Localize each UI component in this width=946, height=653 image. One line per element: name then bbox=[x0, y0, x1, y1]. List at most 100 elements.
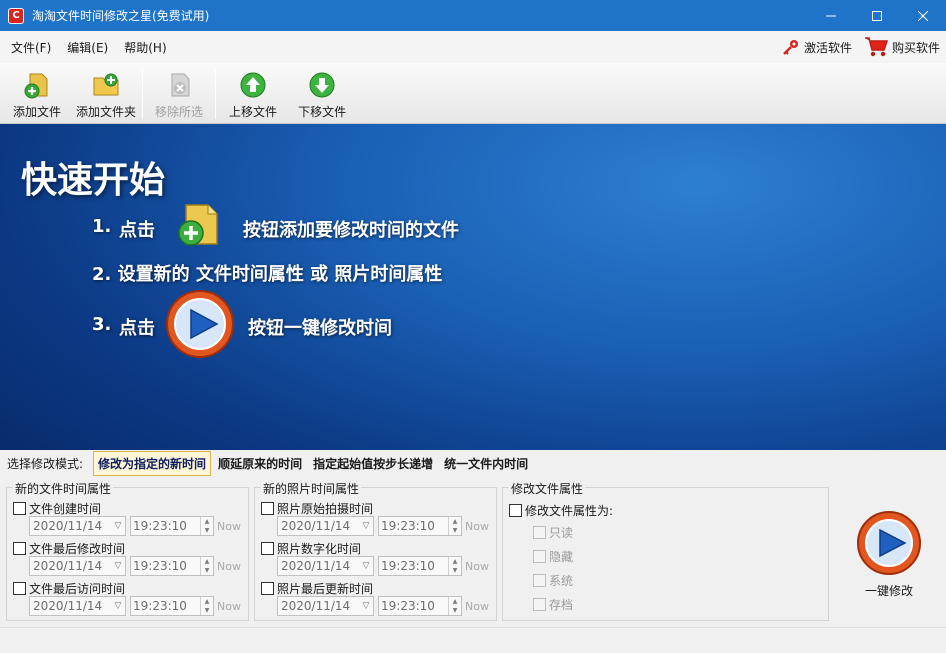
mode-tab-step-increment[interactable]: 指定起始值按步长递增 bbox=[309, 452, 437, 475]
close-button[interactable] bbox=[900, 0, 946, 31]
time-value: 19:23:10 bbox=[133, 559, 187, 573]
step3-number: 3. bbox=[92, 314, 112, 335]
maximize-button[interactable] bbox=[854, 0, 900, 31]
file-accessed-now-button[interactable]: Now bbox=[217, 600, 241, 613]
one-click-modify-button[interactable]: 一键修改 bbox=[855, 510, 923, 599]
menu-bar: 文件(F) 编辑(E) 帮助(H) 激活软件 购买软件 bbox=[0, 31, 946, 63]
arrow-down-icon bbox=[309, 72, 335, 98]
time-spinner[interactable]: ▲ ▼ bbox=[200, 517, 213, 535]
photo-updated-option[interactable]: 照片最后更新时间 bbox=[261, 580, 373, 597]
move-down-button[interactable]: 下移文件 bbox=[298, 63, 346, 123]
add-folder-button[interactable]: 添加文件夹 bbox=[76, 63, 136, 123]
photo-updated-time[interactable]: 19:23:10 ▲ ▼ bbox=[378, 596, 462, 616]
file-modified-checkbox[interactable] bbox=[13, 542, 26, 555]
chevron-down-icon: ▽ bbox=[362, 561, 370, 571]
remove-selected-button[interactable]: 移除所选 bbox=[155, 63, 203, 123]
step3-prefix: 点击 bbox=[119, 318, 155, 339]
add-file-icon bbox=[178, 204, 218, 246]
move-down-label: 下移文件 bbox=[298, 105, 347, 119]
add-folder-icon bbox=[93, 73, 119, 96]
attr-archive-checkbox[interactable] bbox=[533, 598, 546, 611]
photo-time-group: 新的照片时间属性 照片原始拍摄时间 2020/11/14 ▽ 19:23:10 ▲ ▼… bbox=[254, 480, 497, 621]
photo-digitized-now-button[interactable]: Now bbox=[465, 560, 489, 573]
time-spinner[interactable]: ▲ ▼ bbox=[448, 597, 461, 615]
shopping-cart-icon bbox=[864, 37, 888, 57]
step2-text: 2. 设置新的 文件时间属性 或 照片时间属性 bbox=[92, 264, 443, 285]
attr-readonly-label: 只读 bbox=[549, 526, 574, 540]
file-created-time[interactable]: 19:23:10 ▲ ▼ bbox=[130, 516, 214, 536]
file-accessed-label: 文件最后访问时间 bbox=[29, 582, 126, 596]
toolbar: 添加文件 添加文件夹 移除所选 上移文件 下移文件 bbox=[0, 63, 946, 124]
photo-original-option[interactable]: 照片原始拍摄时间 bbox=[261, 500, 373, 517]
time-spinner[interactable]: ▲ ▼ bbox=[448, 517, 461, 535]
attr-archive-label: 存档 bbox=[549, 598, 574, 612]
date-value: 2020/11/14 bbox=[281, 559, 351, 573]
menu-edit[interactable]: 编辑(E) bbox=[59, 39, 116, 56]
app-icon: C bbox=[8, 7, 24, 24]
attr-system-option[interactable]: 系统 bbox=[533, 572, 573, 589]
attr-hidden-label: 隐藏 bbox=[549, 550, 574, 564]
file-accessed-time[interactable]: 19:23:10 ▲ ▼ bbox=[130, 596, 214, 616]
file-modified-option[interactable]: 文件最后修改时间 bbox=[13, 540, 125, 557]
activate-software-link[interactable]: 激活软件 bbox=[782, 38, 852, 56]
status-bar bbox=[0, 627, 946, 653]
file-created-date[interactable]: 2020/11/14 ▽ bbox=[29, 516, 126, 536]
time-spinner[interactable]: ▲ ▼ bbox=[448, 557, 461, 575]
photo-digitized-checkbox[interactable] bbox=[261, 542, 274, 555]
file-created-checkbox[interactable] bbox=[13, 502, 26, 515]
file-accessed-option[interactable]: 文件最后访问时间 bbox=[13, 580, 125, 597]
file-created-label: 文件创建时间 bbox=[29, 502, 102, 516]
mode-tab-unify-internal[interactable]: 统一文件内时间 bbox=[440, 452, 532, 475]
photo-digitized-time[interactable]: 19:23:10 ▲ ▼ bbox=[378, 556, 462, 576]
photo-updated-now-button[interactable]: Now bbox=[465, 600, 489, 613]
maximize-icon bbox=[872, 10, 882, 21]
menu-file[interactable]: 文件(F) bbox=[3, 39, 59, 56]
mode-tab-shift-time[interactable]: 顺延原来的时间 bbox=[214, 452, 306, 475]
attr-hidden-checkbox[interactable] bbox=[533, 550, 546, 563]
chevron-down-icon: ▽ bbox=[362, 521, 370, 531]
photo-original-checkbox[interactable] bbox=[261, 502, 274, 515]
modify-attr-option[interactable]: 修改文件属性为: bbox=[509, 502, 613, 519]
photo-digitized-option[interactable]: 照片数字化时间 bbox=[261, 540, 361, 557]
mode-bar: 选择修改模式: 修改为指定的新时间 顺延原来的时间 指定起始值按步长递增 统一文… bbox=[0, 450, 946, 476]
buy-software-link[interactable]: 购买软件 bbox=[864, 36, 940, 58]
one-click-modify-icon bbox=[857, 511, 921, 575]
file-modified-time[interactable]: 19:23:10 ▲ ▼ bbox=[130, 556, 214, 576]
chevron-down-icon: ▽ bbox=[362, 601, 370, 611]
file-created-now-button[interactable]: Now bbox=[217, 520, 241, 533]
file-created-option[interactable]: 文件创建时间 bbox=[13, 500, 101, 517]
photo-updated-checkbox[interactable] bbox=[261, 582, 274, 595]
file-time-group: 新的文件时间属性 文件创建时间 2020/11/14 ▽ 19:23:10 ▲ ▼ N… bbox=[6, 480, 249, 621]
photo-original-date[interactable]: 2020/11/14 ▽ bbox=[277, 516, 374, 536]
time-spinner[interactable]: ▲ ▼ bbox=[200, 597, 213, 615]
photo-updated-date[interactable]: 2020/11/14 ▽ bbox=[277, 596, 374, 616]
add-file-button[interactable]: 添加文件 bbox=[13, 63, 61, 123]
attr-system-checkbox[interactable] bbox=[533, 574, 546, 587]
step3-text: 按钮一键修改时间 bbox=[248, 318, 392, 339]
move-up-button[interactable]: 上移文件 bbox=[229, 63, 277, 123]
quick-start-panel: 快速开始 1. 点击 按钮添加要修改时间的文件 2. 设置新的 文件时间属性 或… bbox=[0, 124, 946, 450]
file-accessed-date[interactable]: 2020/11/14 ▽ bbox=[29, 596, 126, 616]
mode-label: 选择修改模式: bbox=[7, 456, 84, 471]
attr-readonly-option[interactable]: 只读 bbox=[533, 524, 573, 541]
modify-attr-checkbox[interactable] bbox=[509, 504, 522, 517]
photo-original-now-button[interactable]: Now bbox=[465, 520, 489, 533]
file-modified-now-button[interactable]: Now bbox=[217, 560, 241, 573]
step1-text: 按钮添加要修改时间的文件 bbox=[243, 220, 459, 241]
file-accessed-checkbox[interactable] bbox=[13, 582, 26, 595]
quick-start-title: 快速开始 bbox=[21, 160, 166, 201]
attr-archive-option[interactable]: 存档 bbox=[533, 596, 573, 613]
buy-label: 购买软件 bbox=[891, 40, 940, 55]
time-spinner[interactable]: ▲ ▼ bbox=[200, 557, 213, 575]
attr-readonly-checkbox[interactable] bbox=[533, 526, 546, 539]
photo-digitized-date[interactable]: 2020/11/14 ▽ bbox=[277, 556, 374, 576]
attr-hidden-option[interactable]: 隐藏 bbox=[533, 548, 573, 565]
file-modified-date[interactable]: 2020/11/14 ▽ bbox=[29, 556, 126, 576]
window-title: 淘淘文件时间修改之星(免费试用) bbox=[32, 9, 210, 23]
photo-original-time[interactable]: 19:23:10 ▲ ▼ bbox=[378, 516, 462, 536]
menu-help[interactable]: 帮助(H) bbox=[116, 39, 174, 56]
file-time-group-title: 新的文件时间属性 bbox=[13, 480, 114, 497]
mode-tab-new-time[interactable]: 修改为指定的新时间 bbox=[93, 450, 212, 476]
minimize-button[interactable] bbox=[808, 0, 854, 31]
chevron-down-icon: ▽ bbox=[114, 521, 122, 531]
